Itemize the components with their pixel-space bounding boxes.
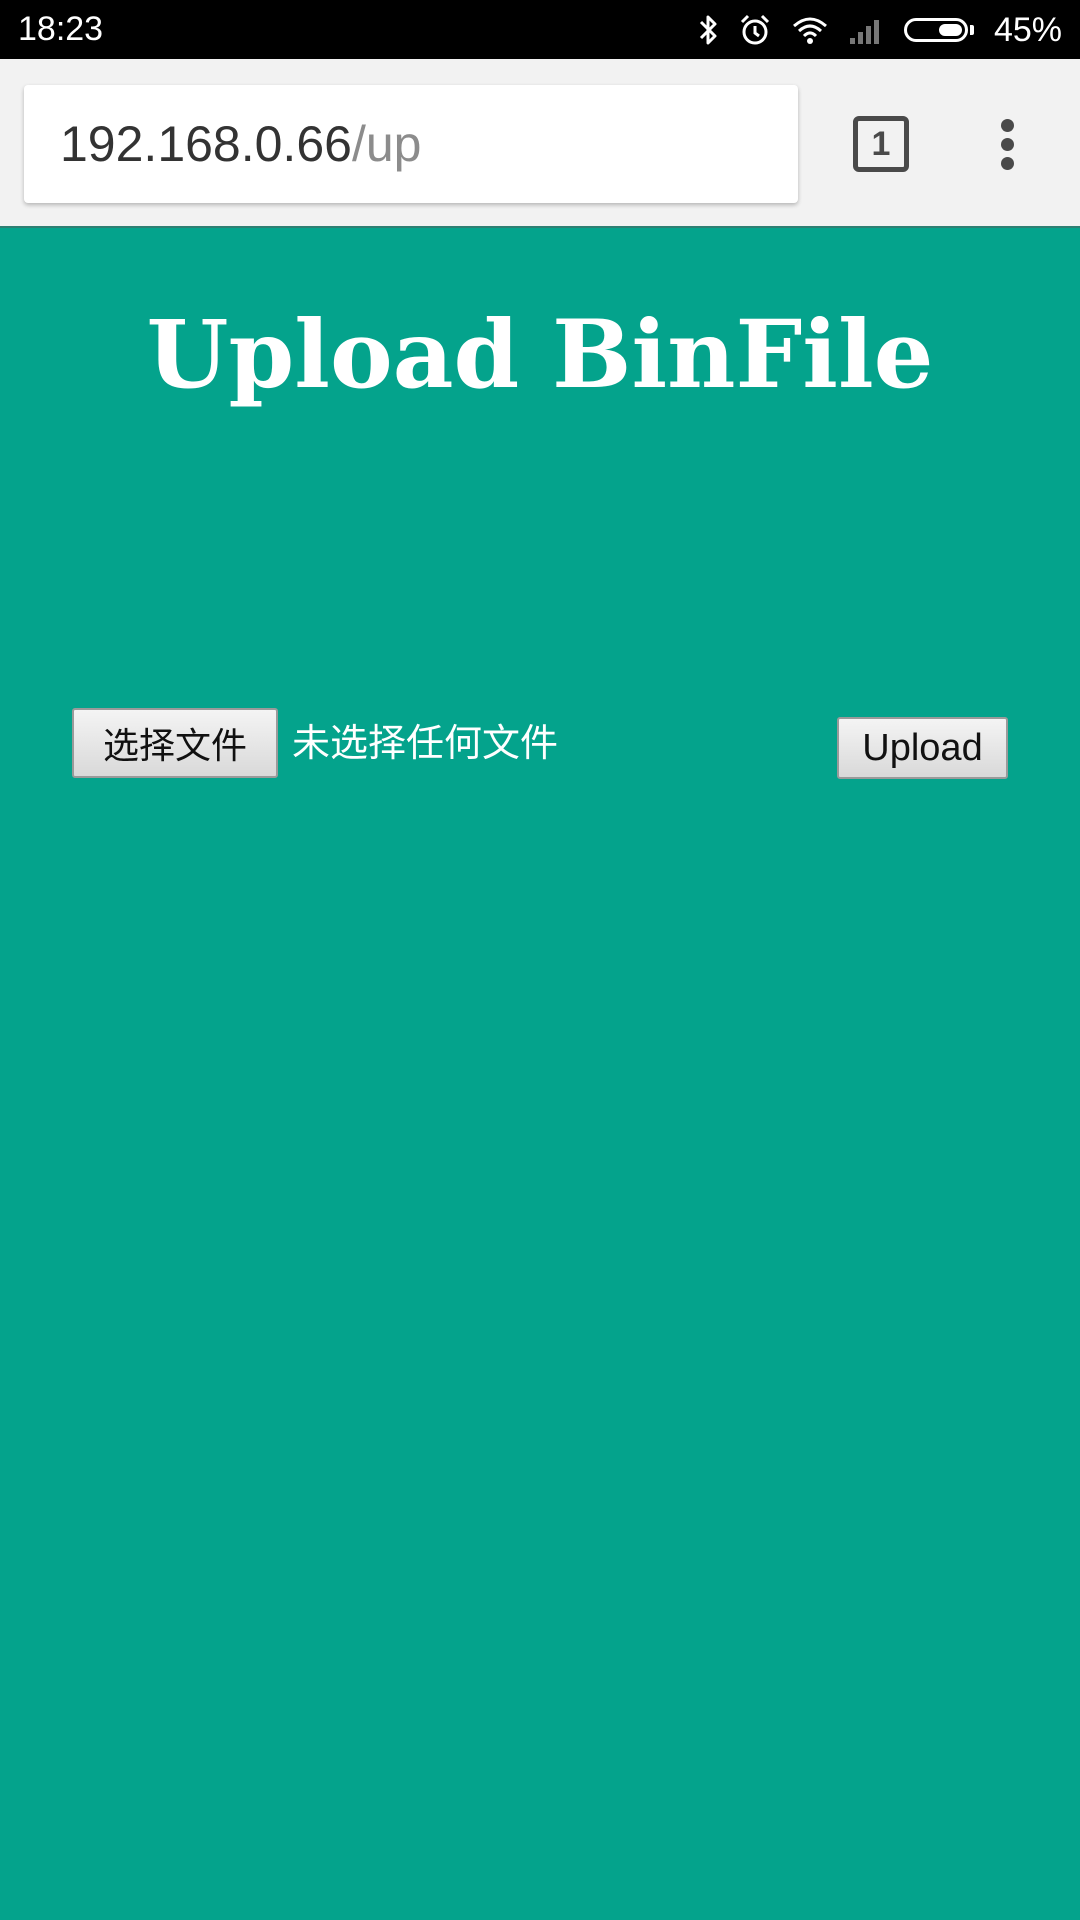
alarm-icon: [738, 10, 772, 50]
url-host: 192.168.0.66: [60, 116, 352, 172]
menu-dot: [1001, 157, 1014, 170]
battery-percent: 45%: [993, 10, 1062, 49]
battery-body: [903, 18, 968, 42]
url-path: /up: [351, 116, 422, 172]
status-bar: 18:23 45%: [0, 0, 1080, 59]
browser-toolbar: 192.168.0.66/up 1: [0, 59, 1080, 228]
status-time: 18:23: [18, 10, 104, 48]
more-vert-icon[interactable]: [996, 117, 1024, 173]
wifi-icon: [790, 10, 830, 50]
menu-dot: [1001, 119, 1014, 132]
url-bar[interactable]: 192.168.0.66/up: [24, 85, 798, 203]
battery-nub: [969, 25, 974, 35]
menu-dot: [1001, 138, 1014, 151]
tab-switcher-button[interactable]: 1: [853, 116, 909, 172]
page-title: Upload BinFile: [146, 300, 934, 410]
bluetooth-icon: [696, 10, 720, 50]
upload-button[interactable]: Upload: [837, 717, 1008, 779]
cell-signal-icon: [848, 10, 886, 50]
status-icons: 45%: [696, 8, 1062, 52]
battery-level-fill: [938, 24, 962, 36]
no-file-selected-text: 未选择任何文件: [292, 721, 559, 765]
battery-icon: [903, 18, 974, 42]
choose-file-button[interactable]: 选择文件: [72, 708, 278, 778]
